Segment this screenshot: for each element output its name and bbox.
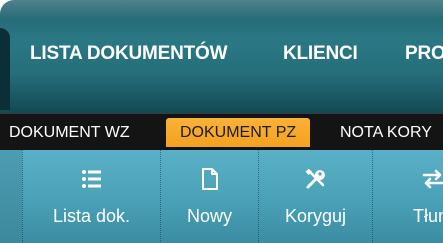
nav-link-klienci[interactable]: KLIENCI bbox=[283, 43, 358, 65]
nav-link-lista-dokumentow[interactable]: LISTA DOKUMENTÓW bbox=[30, 43, 228, 65]
nav-shine-decoration bbox=[0, 0, 443, 20]
new-document-icon bbox=[201, 168, 218, 190]
toolbar-left-gutter bbox=[0, 150, 22, 243]
action-toolbar: Lista dok. Nowy Koryguj Tłum bbox=[0, 150, 443, 243]
tab-nota-korygujaca[interactable]: NOTA KORY bbox=[340, 118, 432, 147]
koryguj-label: Koryguj bbox=[284, 206, 347, 226]
tlumacz-label: Tłum bbox=[413, 206, 443, 226]
nav-left-accent bbox=[0, 28, 10, 110]
lista-dok-label: Lista dok. bbox=[52, 206, 131, 226]
list-icon bbox=[81, 170, 101, 188]
nowy-label: Nowy bbox=[186, 206, 232, 226]
top-navigation-bar: LISTA DOKUMENTÓW KLIENCI PRO bbox=[0, 0, 443, 113]
transfer-icon bbox=[422, 169, 443, 189]
tab-dokument-pz[interactable]: DOKUMENT PZ bbox=[166, 118, 311, 147]
tab-dokument-wz[interactable]: DOKUMENT WZ bbox=[9, 118, 130, 147]
tools-icon bbox=[305, 168, 325, 189]
nowy-button[interactable]: Nowy bbox=[161, 150, 258, 243]
document-tabs-bar: DOKUMENT WZ DOKUMENT PZ NOTA KORY bbox=[0, 113, 443, 150]
tlumacz-button[interactable]: Tłum bbox=[373, 150, 443, 243]
koryguj-button[interactable]: Koryguj bbox=[259, 150, 372, 243]
nav-link-pro[interactable]: PRO bbox=[405, 43, 443, 65]
lista-dok-button[interactable]: Lista dok. bbox=[23, 150, 160, 243]
